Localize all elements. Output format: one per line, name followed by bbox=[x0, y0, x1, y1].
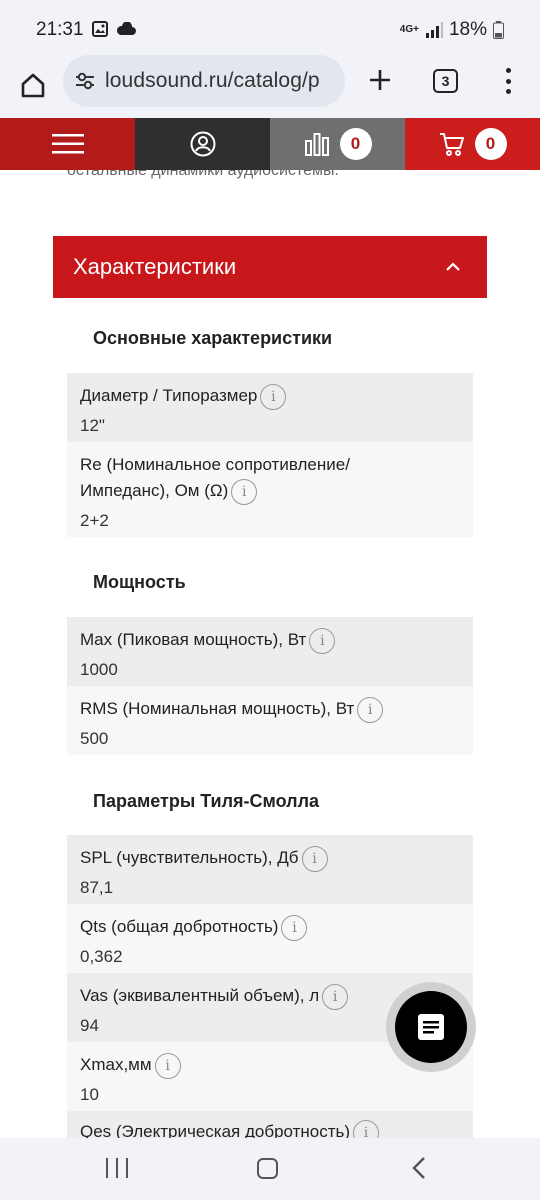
spec-row: Qes (Электрическая добротность) i bbox=[67, 1111, 473, 1138]
spec-value: 87,1 bbox=[80, 877, 114, 897]
fab-inner[interactable] bbox=[395, 991, 467, 1063]
catalog-menu-button[interactable] bbox=[0, 118, 135, 170]
spec-row: Re (Номинальное сопротивление/ Импеданс)… bbox=[67, 442, 473, 537]
spec-row: RMS (Номинальная мощность), Вт i 500 bbox=[67, 686, 473, 755]
group-title: Основные характеристики bbox=[93, 328, 333, 348]
info-icon[interactable]: i bbox=[353, 1119, 380, 1138]
signal-icon bbox=[425, 22, 443, 38]
cart-icon bbox=[439, 133, 464, 156]
dot bbox=[505, 68, 511, 73]
browser-toolbar: loudsound.ru/catalog/p 3 bbox=[0, 55, 540, 118]
cloud-icon bbox=[116, 22, 136, 35]
account-button[interactable] bbox=[135, 118, 270, 170]
plus-icon bbox=[370, 70, 390, 90]
status-time: 21:31 bbox=[36, 19, 84, 40]
gallery-icon bbox=[92, 21, 108, 37]
network-type: 4G+ bbox=[399, 24, 419, 35]
status-notification-icons bbox=[92, 21, 136, 37]
chevron-up-icon bbox=[446, 262, 460, 271]
hamburger-icon bbox=[51, 134, 84, 154]
cart-button[interactable]: 0 bbox=[405, 118, 540, 170]
info-icon[interactable]: i bbox=[357, 696, 384, 723]
spec-label: Max (Пиковая мощность), Вт i bbox=[80, 627, 460, 654]
compare-button[interactable]: 0 bbox=[270, 118, 405, 170]
spec-label: Qts (общая добротность) i bbox=[80, 914, 460, 941]
recent-apps-button[interactable] bbox=[106, 1158, 128, 1178]
new-tab-button[interactable] bbox=[362, 62, 398, 98]
bar bbox=[126, 1158, 128, 1178]
back-icon[interactable] bbox=[410, 1156, 428, 1180]
spec-value: 2+2 bbox=[80, 510, 109, 530]
spec-value: 1000 bbox=[80, 659, 118, 679]
info-icon[interactable]: i bbox=[154, 1052, 181, 1079]
spec-value: 500 bbox=[80, 728, 109, 748]
status-bar: 21:31 4G+ 18% bbox=[0, 0, 540, 60]
spec-row: Диаметр / Типоразмер i 12" bbox=[67, 373, 473, 442]
specs-accordion-header[interactable]: Характеристики bbox=[53, 236, 487, 298]
group-title: Мощность bbox=[93, 572, 186, 592]
cart-count-badge: 0 bbox=[474, 128, 507, 160]
site-settings-icon[interactable] bbox=[75, 72, 95, 90]
tab-switcher-button[interactable]: 3 bbox=[433, 69, 458, 93]
info-icon[interactable]: i bbox=[322, 983, 349, 1010]
spec-row: SPL (чувствительность), Дб i 87,1 bbox=[67, 835, 473, 904]
browser-menu-button[interactable] bbox=[498, 66, 518, 96]
info-icon[interactable]: i bbox=[231, 478, 258, 505]
dot bbox=[505, 78, 511, 84]
dot bbox=[505, 89, 511, 94]
home-icon bbox=[21, 73, 45, 98]
spec-value: 12" bbox=[80, 415, 105, 435]
url-text: loudsound.ru/catalog/p bbox=[105, 69, 320, 92]
bar bbox=[116, 1158, 118, 1178]
info-icon[interactable]: i bbox=[301, 845, 328, 872]
spec-label: SPL (чувствительность), Дб i bbox=[80, 845, 460, 872]
spec-label: Re (Номинальное сопротивление/ Импеданс)… bbox=[80, 452, 460, 505]
section-title: Характеристики bbox=[73, 254, 237, 279]
status-right: 4G+ 18% bbox=[400, 19, 504, 41]
info-icon[interactable]: i bbox=[309, 627, 336, 654]
document-icon bbox=[418, 1014, 444, 1040]
battery-percent: 18% bbox=[448, 19, 487, 40]
compare-chart-icon bbox=[304, 133, 329, 156]
floating-action-button[interactable] bbox=[386, 982, 476, 1072]
address-bar[interactable]: loudsound.ru/catalog/p bbox=[63, 55, 345, 107]
spec-value: 0,362 bbox=[80, 946, 123, 966]
spec-label: Qes (Электрическая добротность) i bbox=[80, 1119, 460, 1138]
spec-row: Max (Пиковая мощность), Вт i 1000 bbox=[67, 617, 473, 686]
spec-label: Диаметр / Типоразмер i bbox=[80, 383, 460, 410]
home-button[interactable] bbox=[14, 66, 52, 104]
compare-count-badge: 0 bbox=[339, 128, 372, 160]
spec-label: RMS (Номинальная мощность), Вт i bbox=[80, 696, 460, 723]
info-icon[interactable]: i bbox=[281, 914, 308, 941]
user-icon bbox=[190, 131, 215, 157]
home-nav-button[interactable] bbox=[257, 1158, 278, 1179]
group-title: Параметры Тиля-Смолла bbox=[93, 791, 320, 811]
spec-value: 10 bbox=[80, 1084, 99, 1104]
info-icon[interactable]: i bbox=[260, 383, 287, 410]
site-header-nav: 0 0 bbox=[0, 118, 540, 170]
system-navigation-bar bbox=[0, 1138, 540, 1200]
spec-row: Qts (общая добротность) i 0,362 bbox=[67, 904, 473, 973]
battery-icon bbox=[493, 21, 504, 39]
bar bbox=[106, 1158, 108, 1178]
